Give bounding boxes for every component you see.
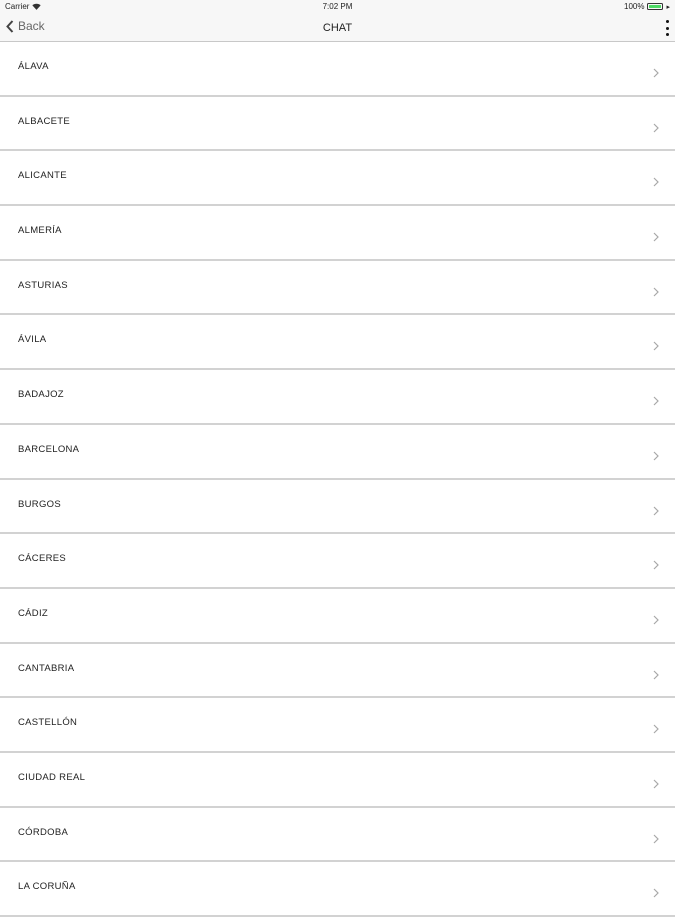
list-item-label: ALBACETE (18, 115, 71, 127)
chevron-right-icon (653, 560, 659, 570)
province-list: ÁLAVA ALBACETE ALICANTE ALMERÍA ASTURIAS ÁVIL… (0, 42, 675, 917)
list-item-label: CIUDAD REAL (18, 771, 86, 783)
chevron-right-icon (653, 670, 659, 679)
list-item[interactable]: ÁVILA (0, 315, 675, 371)
list-item-label: CANTABRIA (18, 662, 75, 674)
chevron-right-icon (653, 68, 659, 78)
battery-icon (647, 3, 664, 10)
charge-icon: ▸ (666, 3, 670, 11)
status-time: 7:02 PM (322, 2, 353, 11)
chevron-right-icon (653, 779, 659, 789)
page-title: CHAT (322, 22, 353, 34)
list-item-label: CÁDIZ (18, 607, 48, 619)
list-item[interactable]: BURGOS (0, 479, 675, 535)
list-item-label: CÁCERES (18, 553, 67, 565)
battery-percent: 100% (624, 2, 645, 11)
list-item[interactable]: ALICANTE (0, 151, 675, 207)
list-item-label: ÁVILA (18, 334, 47, 346)
list-item-label: ALICANTE (18, 170, 67, 182)
list-item-label: ALMERÍA (18, 225, 62, 237)
chevron-right-icon (653, 232, 659, 242)
list-item-label: CASTELLÓN (18, 717, 78, 729)
chevron-right-icon (653, 287, 659, 297)
list-item[interactable]: BADAJOZ (0, 370, 675, 425)
list-item-label: CÓRDOBA (18, 826, 69, 838)
list-item[interactable]: ASTURIAS (0, 260, 675, 316)
list-item[interactable]: CANTABRIA (0, 643, 675, 699)
list-item[interactable]: BARCELONA (0, 424, 675, 480)
list-item-label: LA CORUÑA (18, 881, 76, 893)
chevron-right-icon (653, 834, 659, 844)
list-item-label: BURGOS (18, 498, 61, 510)
status-bar: Carrier 7:02 PM 100% ▸ (0, 0, 675, 14)
chevron-right-icon (653, 177, 659, 187)
list-item[interactable]: ALMERÍA (0, 206, 675, 261)
chevron-right-icon (653, 396, 659, 406)
list-item[interactable]: CIUDAD REAL (0, 752, 675, 808)
chevron-right-icon (653, 342, 659, 351)
chevron-right-icon (653, 888, 659, 898)
chevron-right-icon (653, 123, 659, 133)
list-item[interactable]: CÓRDOBA (0, 807, 675, 863)
list-item[interactable]: CÁDIZ (0, 588, 675, 644)
chevron-right-icon (653, 451, 659, 461)
list-item[interactable]: CASTELLÓN (0, 698, 675, 753)
chevron-right-icon (653, 724, 659, 734)
list-item-label: BADAJOZ (18, 389, 64, 401)
list-item-label: ÁLAVA (18, 61, 49, 72)
chevron-right-icon (653, 615, 659, 625)
list-item-label: ASTURIAS (18, 279, 68, 291)
more-vertical-icon[interactable] (664, 20, 670, 36)
list-item[interactable]: ALBACETE (0, 96, 675, 152)
battery-indicator: 100% ▸ (624, 2, 670, 11)
list-item[interactable]: LA CORUÑA (0, 862, 675, 917)
navigation-bar: Back CHAT (0, 14, 675, 42)
list-item[interactable]: CÁCERES (0, 534, 675, 589)
list-item[interactable]: ÁLAVA (0, 42, 675, 97)
chevron-right-icon (653, 506, 659, 515)
list-item-label: BARCELONA (18, 443, 80, 455)
